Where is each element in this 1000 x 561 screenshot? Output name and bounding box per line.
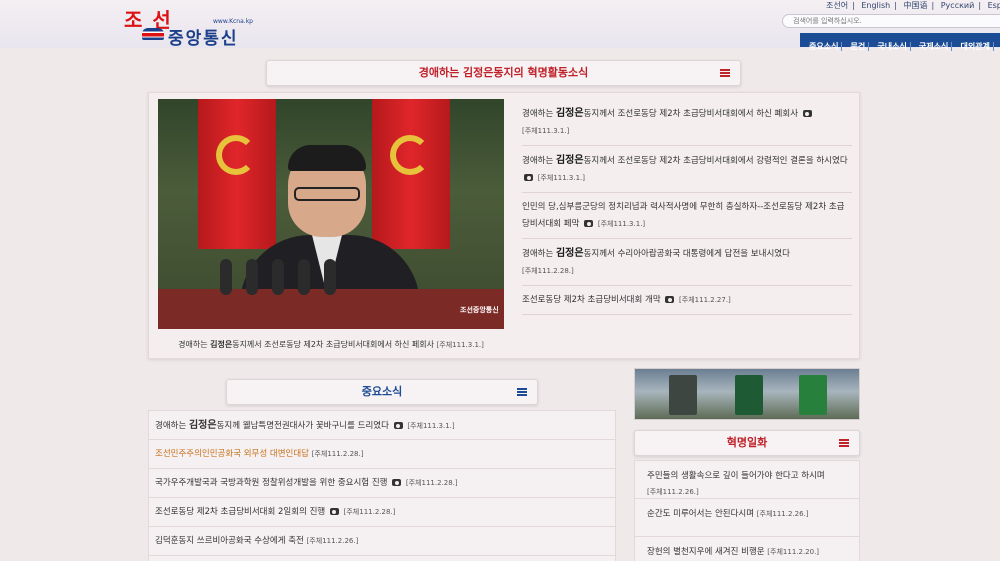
list-item[interactable]: 경애하는 김정은동지께서 조선로동당 제2차 초급당비서대회에서 강령적인 결론… (522, 146, 852, 193)
list-icon[interactable] (517, 388, 527, 396)
kcna-logo[interactable]: 조선 www.Kcna.kp 중앙통신 (118, 2, 288, 49)
search-input[interactable] (782, 14, 1000, 28)
photo-caption[interactable]: 경애하는 김정은동지께서 조선로동당 제2차 초급당비서대회에서 하신 페회사 … (158, 339, 504, 350)
feature-photo[interactable]: 조선중앙통신 (158, 99, 504, 329)
list-item[interactable]: 국가우주개발국과 국방과학원 정찰위성개발을 위한 중요시험 진행 [주체111… (149, 469, 615, 498)
microphone-icon (298, 259, 310, 295)
nav-important[interactable]: 중요소식 (806, 42, 843, 51)
nav-foreign-relations[interactable]: 대외관계 (957, 42, 994, 51)
microphone-icon (246, 259, 258, 295)
list-item[interactable]: 조선로동당 제2차 초급당비서대회 개막 [주체111.2.27.] (522, 286, 852, 315)
nav-domestic[interactable]: 국내소식 (874, 42, 911, 51)
lang-english[interactable]: English (861, 1, 890, 10)
camera-icon (584, 220, 594, 227)
book-icon (799, 375, 827, 415)
list-item[interactable]: 경애하는 김정은동지께 웰남특명전권대사가 꽃바구니를 드리였다 [주체111.… (149, 411, 615, 440)
camera-icon (524, 174, 533, 181)
nav-documents[interactable]: 문건 (847, 42, 870, 51)
important-news-header[interactable]: 중요소식 (226, 379, 538, 405)
feature-panel: 조선중앙통신 경애하는 김정은동지께서 조선로동당 제2차 초급당비서대회에서 … (148, 92, 860, 359)
important-news-list: 경애하는 김정은동지께 웰남특명전권대사가 꽃바구니를 드리였다 [주체111.… (148, 410, 616, 561)
list-item[interactable]: 경애하는 김정은동지께서 조선로동당 제2차 초급당비서대회에서 하신 폐회사 … (522, 99, 852, 146)
lang-spanish[interactable]: Español (988, 1, 1000, 10)
list-icon[interactable] (720, 69, 730, 77)
camera-icon (393, 422, 403, 429)
revolutionary-activity-header[interactable]: 경애하는 김정은동지의 혁명활동소식 (266, 60, 741, 86)
feature-news-list: 경애하는 김정은동지께서 조선로동당 제2차 초급당비서대회에서 하신 폐회사 … (522, 99, 852, 315)
lang-russian[interactable]: Русский (941, 1, 975, 10)
revolution-anecdotes-header[interactable]: 혁명일화 (634, 430, 860, 456)
camera-icon (392, 479, 402, 486)
list-icon[interactable] (839, 439, 849, 447)
lang-chinese[interactable]: 中国语 (903, 1, 927, 10)
list-item[interactable]: 조선로동당 제2차 초급당비서대회 2일회의 진행 [주체111.2.28.] (149, 498, 615, 527)
lang-korean[interactable]: 조선어 (826, 1, 848, 10)
section-title: 중요소식 (361, 385, 403, 398)
book-icon (669, 375, 697, 415)
section-title: 혁명일화 (726, 436, 768, 449)
list-item[interactable]: 순간도 미루어서는 안된다시며 [주체111.2.26.] (635, 499, 859, 537)
microphone-icon (272, 259, 284, 295)
flag-emblem-icon (142, 28, 164, 40)
caption-date: [주체111.3.1.] (436, 341, 484, 349)
books-banner[interactable] (634, 368, 860, 420)
camera-icon (329, 508, 339, 515)
camera-icon (665, 296, 675, 303)
list-item[interactable]: 장헌의 별천지우에 새겨진 비행운 [주체111.2.20.] (635, 537, 859, 561)
microphone-icon (220, 259, 232, 295)
site-header: 조선 www.Kcna.kp 중앙통신 조선어 | English | 中国语 | Р… (0, 0, 1000, 51)
book-icon (735, 375, 763, 415)
podium (158, 289, 504, 329)
list-item[interactable]: 인민의 당,심부름군당의 정치리념과 력사적사명에 무한히 충실하자--조선로동… (522, 193, 852, 239)
nav-international[interactable]: 국제소식 (915, 42, 953, 51)
photo-watermark: 조선중앙통신 (460, 306, 499, 314)
list-item[interactable]: 주민들의 생활속으로 깊이 들어가야 한다고 하시며 [주체111.2.26.] (635, 461, 859, 499)
section-title: 경애하는 김정은동지의 혁명활동소식 (418, 66, 589, 79)
revolution-anecdotes-list: 주민들의 생활속으로 깊이 들어가야 한다고 하시며 [주체111.2.26.]… (634, 460, 860, 561)
microphone-icon (324, 259, 336, 295)
language-switcher: 조선어| English| 中国语| Русский| Español (822, 0, 1000, 11)
logo-text-bottom: 중앙통신 (168, 29, 239, 49)
list-item[interactable]: 김덕훈동지 쓰르비아공화국 수상에게 축전 [주체111.2.26.] (149, 527, 615, 556)
main-nav: 중요소식 문건 국내소식 국제소식 대외관계 사진 (800, 33, 1000, 51)
list-item[interactable]: 경애하는 김정은동지께서 수리아아랍공화국 대통령에게 답전을 보내시였다 [주… (522, 239, 852, 286)
camera-icon (802, 110, 812, 117)
list-item-hovered[interactable]: 조선민주주의인민공화국 외무성 대변인대답 [주체111.2.28.] (149, 440, 615, 469)
